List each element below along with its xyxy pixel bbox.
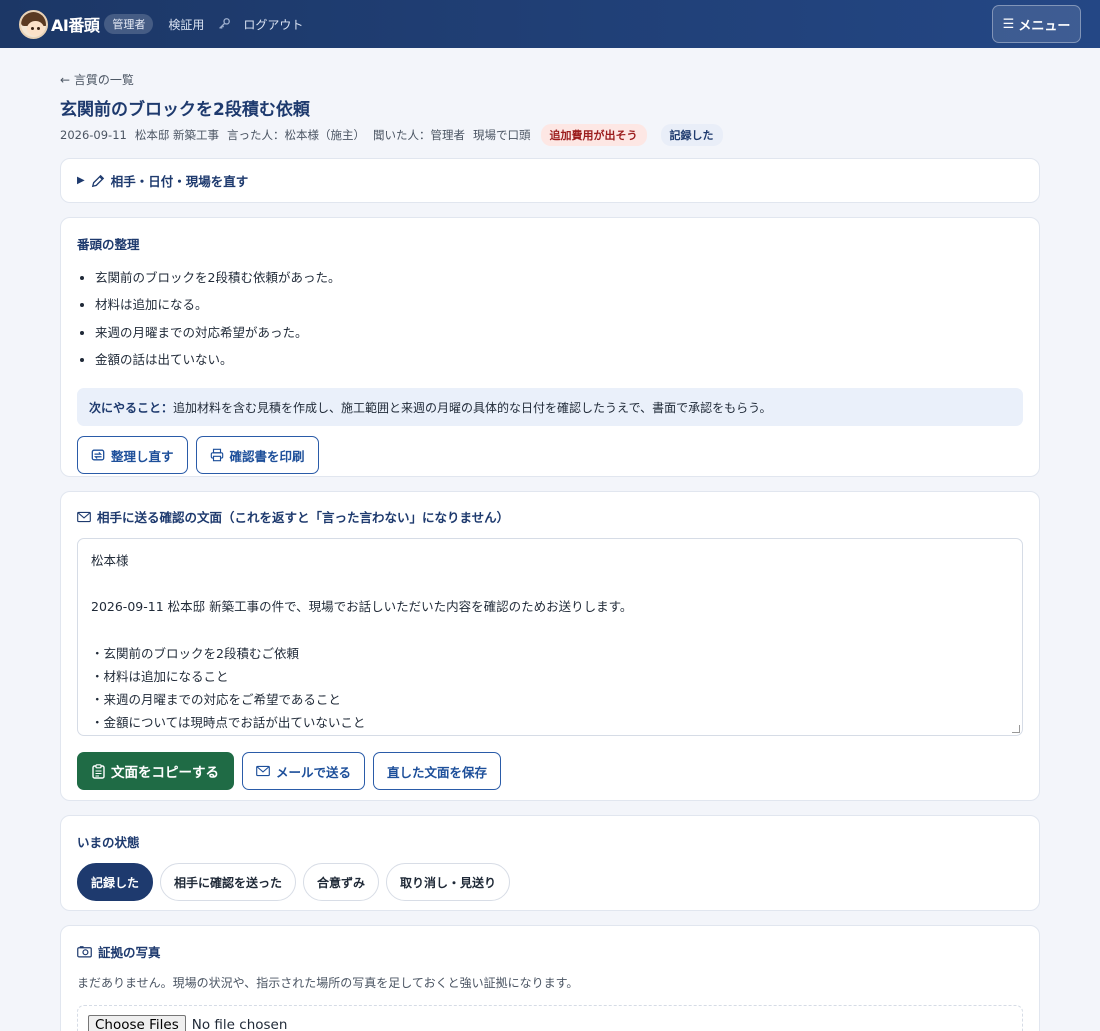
resize-handle[interactable]	[1012, 725, 1020, 733]
clipboard-icon	[92, 763, 105, 779]
choose-files-button[interactable]: Choose Files	[88, 1015, 186, 1031]
key-icon	[219, 18, 231, 29]
refresh-icon	[91, 449, 105, 461]
message-line: ・玄関前のブロックを2段積むご依頼	[91, 645, 299, 661]
photos-title-label: 証拠の写真	[98, 945, 161, 960]
print-label: 確認書を印刷	[229, 448, 305, 464]
copy-button[interactable]: 文面をコピーする	[77, 752, 234, 790]
summary-actions: 整理し直す 確認書を印刷	[77, 436, 1023, 475]
status-option-agreed[interactable]: 合意ずみ	[303, 863, 380, 901]
save-text-label: 直した文面を保存	[387, 764, 488, 780]
top-bar: AI番頭 管理者 検証用 ログアウト ☰ メニュー	[0, 0, 1100, 48]
send-mail-button[interactable]: メールで送る	[242, 752, 366, 790]
message-line: ・来週の月曜までの対応をご希望であること	[91, 692, 341, 708]
disclosure-triangle-icon: ▶	[77, 175, 85, 186]
meta-project: 松本邸 新築工事	[134, 128, 219, 142]
meta-listener: 聞いた人：管理者	[373, 128, 465, 142]
summary-item: 金額の話は出ていない。	[95, 349, 1023, 376]
nav-verify-link[interactable]: 検証用	[168, 16, 204, 33]
meta-method: 現場で口頭	[473, 128, 531, 142]
summary-item: 材料は追加になる。	[95, 294, 1023, 321]
menu-label: メニュー	[1018, 18, 1071, 34]
status-option-cancelled[interactable]: 取り消し・見送り	[386, 863, 511, 901]
main-content: ← 言質の一覧 玄関前のブロックを2段積む依頼 2026-09-11 松本邸 新…	[0, 71, 1100, 1031]
hamburger-icon: ☰	[1002, 16, 1015, 32]
message-title: 相手に送る確認の文面（これを返すと「言った言わない」になりません）	[77, 507, 1023, 526]
logout-link[interactable]: ログアウト	[243, 16, 303, 33]
summary-title: 番頭の整理	[77, 237, 140, 252]
meta-speaker: 言った人：松本様（施主）	[227, 128, 365, 142]
edit-details-title: ▶ 相手・日付・現場を直す	[77, 171, 248, 190]
meta-date: 2026-09-11	[60, 128, 127, 142]
message-actions: 文面をコピーする メールで送る 直した文面を保存	[77, 752, 1023, 790]
no-file-text: No file chosen	[191, 1017, 288, 1031]
meta-row: 2026-09-11 松本邸 新築工事 言った人：松本様（施主） 聞いた人：管理…	[60, 124, 1040, 146]
message-line: ・材料は追加になること	[91, 668, 229, 684]
summary-list: 玄関前のブロックを2段積む依頼があった。 材料は追加になる。 来週の月曜までの対…	[77, 267, 1023, 376]
message-textarea[interactable]: 松本様 2026-09-11 松本邸 新築工事の件で、現場でお話しいただいた内容…	[77, 538, 1023, 736]
envelope-icon	[77, 511, 91, 522]
copy-label: 文面をコピーする	[111, 765, 219, 781]
status-option-sent[interactable]: 相手に確認を送った	[160, 863, 297, 901]
summary-card: 番頭の整理 玄関前のブロックを2段積む依頼があった。 材料は追加になる。 来週の…	[60, 217, 1040, 477]
message-line	[91, 620, 1009, 643]
print-button[interactable]: 確認書を印刷	[195, 436, 319, 475]
menu-button[interactable]: ☰ メニュー	[992, 5, 1081, 43]
send-mail-label: メールで送る	[276, 764, 352, 780]
file-upload-zone: Choose Files No file chosen	[77, 1005, 1023, 1031]
message-line	[91, 573, 1009, 596]
next-action-box: 次にやること： 追加材料を含む見積を作成し、施工範囲と来週の月曜の具体的な日付を…	[77, 388, 1023, 427]
message-card: 相手に送る確認の文面（これを返すと「言った言わない」になりません） 松本様 20…	[60, 491, 1040, 801]
status-card: いまの状態 記録した 相手に確認を送った 合意ずみ 取り消し・見送り	[60, 815, 1040, 911]
back-link[interactable]: ← 言質の一覧	[60, 71, 1040, 87]
reorganize-label: 整理し直す	[111, 448, 174, 464]
role-badge: 管理者	[104, 14, 154, 34]
reorganize-button[interactable]: 整理し直す	[77, 436, 188, 475]
photos-card: 証拠の写真 まだありません。現場の状況や、指示された場所の写真を足しておくと強い…	[60, 925, 1040, 1031]
warning-badge: 追加費用が出そう	[540, 124, 647, 146]
photos-title: 証拠の写真	[77, 942, 1023, 961]
printer-icon	[210, 448, 223, 462]
next-action-label: 次にやること：	[89, 400, 174, 415]
edit-details-toggle[interactable]: ▶ 相手・日付・現場を直す	[60, 158, 1040, 203]
summary-item: 玄関前のブロックを2段積む依頼があった。	[95, 267, 1023, 294]
next-action-text: 追加材料を含む見積を作成し、施工範囲と来週の月曜の具体的な日付を確認したうえで、…	[173, 400, 772, 415]
avatar-icon[interactable]	[19, 9, 48, 39]
pencil-icon	[91, 174, 104, 187]
status-options: 記録した 相手に確認を送った 合意ずみ 取り消し・見送り	[77, 863, 1023, 901]
message-line: ・金額については現時点でお話が出ていないこと	[91, 715, 366, 731]
message-line: 2026-09-11 松本邸 新築工事の件で、現場でお話しいただいた内容を確認の…	[91, 599, 633, 615]
status-option-recorded[interactable]: 記録した	[77, 863, 154, 901]
envelope-icon	[256, 765, 270, 777]
message-title-label: 相手に送る確認の文面（これを返すと「言った言わない」になりません）	[97, 510, 510, 525]
edit-details-label: 相手・日付・現場を直す	[110, 174, 249, 189]
summary-item: 来週の月曜までの対応希望があった。	[95, 322, 1023, 349]
status-title: いまの状態	[77, 835, 140, 850]
photos-description: まだありません。現場の状況や、指示された場所の写真を足しておくと強い証拠になりま…	[77, 976, 579, 990]
status-badge: 記録した	[660, 124, 723, 146]
message-line: 松本様	[91, 553, 129, 568]
brand-logo[interactable]: AI番頭	[51, 12, 100, 36]
page-title: 玄関前のブロックを2段積む依頼	[60, 100, 310, 120]
save-text-button[interactable]: 直した文面を保存	[373, 752, 502, 790]
camera-icon	[77, 946, 92, 958]
